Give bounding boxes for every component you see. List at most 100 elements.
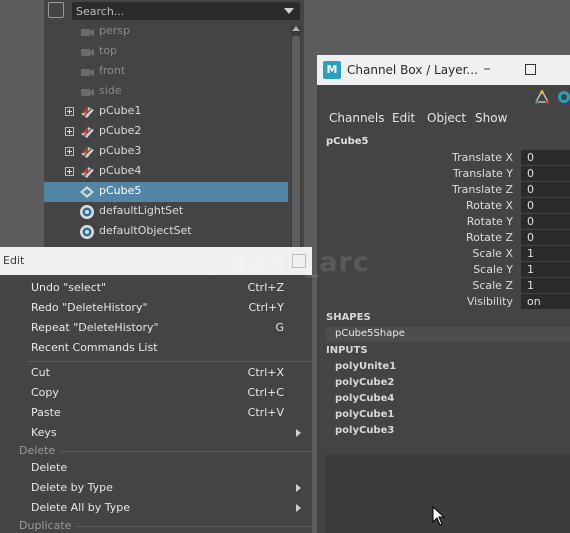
attr-name[interactable]: Translate Y [453,167,513,180]
channel-box-window: M Channel Box / Layer... – Channels Edit… [317,55,570,533]
attr-value-field[interactable]: 1 [521,262,570,277]
outliner-item-label: pCube3 [99,144,142,157]
outliner-item-label: persp [99,24,130,37]
input-node[interactable]: polyUnite1 [335,361,396,372]
attr-rotate-y[interactable]: Rotate Y 0 [317,214,570,230]
expand-plus-icon[interactable] [65,167,74,176]
attr-value-field[interactable]: 0 [521,230,570,245]
menu-item-cut[interactable]: Cut Ctrl+X [16,363,312,383]
section-label-delete: Delete [19,444,56,457]
outliner-search-row [44,0,304,22]
menu-item-label: Redo "DeleteHistory" [31,301,148,314]
inputs-header: INPUTS [326,345,368,356]
search-box[interactable] [72,2,300,20]
maximize-icon[interactable] [525,64,536,75]
menu-edit[interactable]: Edit [392,111,415,125]
mesh-icon [81,107,94,118]
menu-item-label: Paste [31,406,61,419]
input-node[interactable]: polyCube1 [335,409,394,420]
set-icon [80,205,94,219]
attr-value-field[interactable]: 0 [521,214,570,229]
channel-box-toolbar-icon[interactable] [535,90,549,104]
attr-translate-z[interactable]: Translate Z 0 [317,182,570,198]
outliner-item-persp[interactable]: persp [44,22,288,42]
shapes-header: SHAPES [326,312,371,323]
menu-show[interactable]: Show [475,111,507,125]
outliner-scrollbar[interactable] [291,26,301,260]
menu-item-recent-commands[interactable]: Recent Commands List [16,338,312,358]
attr-name[interactable]: Scale Z [472,279,513,292]
attr-name[interactable]: Scale Y [473,263,513,276]
attr-visibility[interactable]: Visibility on [317,294,570,310]
attr-value-field[interactable]: 1 [521,278,570,293]
menu-strip [0,275,16,533]
menu-item-undo[interactable]: Undo "select" Ctrl+Z [16,278,312,298]
attr-name[interactable]: Visibility [467,295,513,308]
menu-item-label: Delete by Type [31,481,113,494]
outliner-item-pcube2[interactable]: pCube2 [44,122,288,142]
outliner-item-defaultobjectset[interactable]: defaultObjectSet [44,222,288,242]
filter-icon[interactable] [48,2,64,18]
menu-item-repeat[interactable]: Repeat "DeleteHistory" G [16,318,312,338]
menu-item-label: Undo "select" [31,281,107,294]
node-name[interactable]: pCube5 [326,136,369,147]
expand-plus-icon[interactable] [65,147,74,156]
attr-value-field[interactable]: on [521,294,570,309]
outliner-item-front[interactable]: front [44,62,288,82]
outliner-item-side[interactable]: side [44,82,288,102]
attr-translate-x[interactable]: Translate X 0 [317,150,570,166]
outliner-item-label: pCube4 [99,164,142,177]
menu-item-copy[interactable]: Copy Ctrl+C [16,383,312,403]
attr-name[interactable]: Scale X [472,247,513,260]
menu-item-delete-all-by-type[interactable]: Delete All by Type [16,498,312,518]
attr-value-field[interactable]: 0 [521,198,570,213]
attr-name[interactable]: Translate X [452,151,513,164]
chevron-down-icon[interactable] [284,8,294,14]
input-node[interactable]: polyCube2 [335,377,394,388]
attr-value-field[interactable]: 0 [521,150,570,165]
input-node[interactable]: polyCube3 [335,425,394,436]
menu-item-keys[interactable]: Keys [16,423,312,443]
attr-name[interactable]: Translate Z [452,183,513,196]
attribute-editor-icon[interactable] [557,90,570,104]
scrollbar-thumb[interactable] [292,36,300,260]
outliner-item-pcube3[interactable]: pCube3 [44,142,288,162]
watermark-text: @dans_arc [200,247,370,278]
menu-object[interactable]: Object [427,111,466,125]
minimize-icon[interactable]: – [477,61,497,79]
search-input[interactable] [76,2,276,20]
camera-icon [81,69,94,76]
menu-item-paste[interactable]: Paste Ctrl+V [16,403,312,423]
edit-menu-popup: Edit Undo "select" Ctrl+Z Redo "DeleteHi… [0,247,312,533]
attr-translate-y[interactable]: Translate Y 0 [317,166,570,182]
channel-box-titlebar[interactable]: M Channel Box / Layer... – [317,55,570,85]
input-node[interactable]: polyCube4 [335,393,394,404]
attr-rotate-x[interactable]: Rotate X 0 [317,198,570,214]
scroll-up-arrow-icon[interactable] [292,26,300,31]
attr-name[interactable]: Rotate Y [467,215,513,228]
outliner-item-pcube5[interactable]: pCube5 [44,182,288,202]
menu-item-redo[interactable]: Redo "DeleteHistory" Ctrl+Y [16,298,312,318]
expand-plus-icon[interactable] [65,107,74,116]
outliner-item-defaultlightset[interactable]: defaultLightSet [44,202,288,222]
outliner-panel: persp top front side pCube1 pCube2 pCube… [44,0,304,260]
camera-icon [81,29,94,36]
attr-value-field[interactable]: 0 [521,182,570,197]
menu-channels[interactable]: Channels [329,111,385,125]
attr-rotate-z[interactable]: Rotate Z 0 [317,230,570,246]
shape-row[interactable]: pCube5Shape [326,327,570,342]
attr-value-field[interactable]: 1 [521,246,570,261]
camera-icon [81,49,94,56]
attr-scale-z[interactable]: Scale Z 1 [317,278,570,294]
outliner-item-top[interactable]: top [44,42,288,62]
mesh-icon [81,147,94,158]
attr-name[interactable]: Rotate Z [466,231,513,244]
outliner-item-pcube1[interactable]: pCube1 [44,102,288,122]
outliner-item-pcube4[interactable]: pCube4 [44,162,288,182]
attr-value-field[interactable]: 0 [521,166,570,181]
menu-item-delete[interactable]: Delete [16,458,312,478]
expand-plus-icon[interactable] [65,127,74,136]
attr-name[interactable]: Rotate X [466,199,513,212]
menu-item-delete-by-type[interactable]: Delete by Type [16,478,312,498]
menu-separator [28,361,312,362]
